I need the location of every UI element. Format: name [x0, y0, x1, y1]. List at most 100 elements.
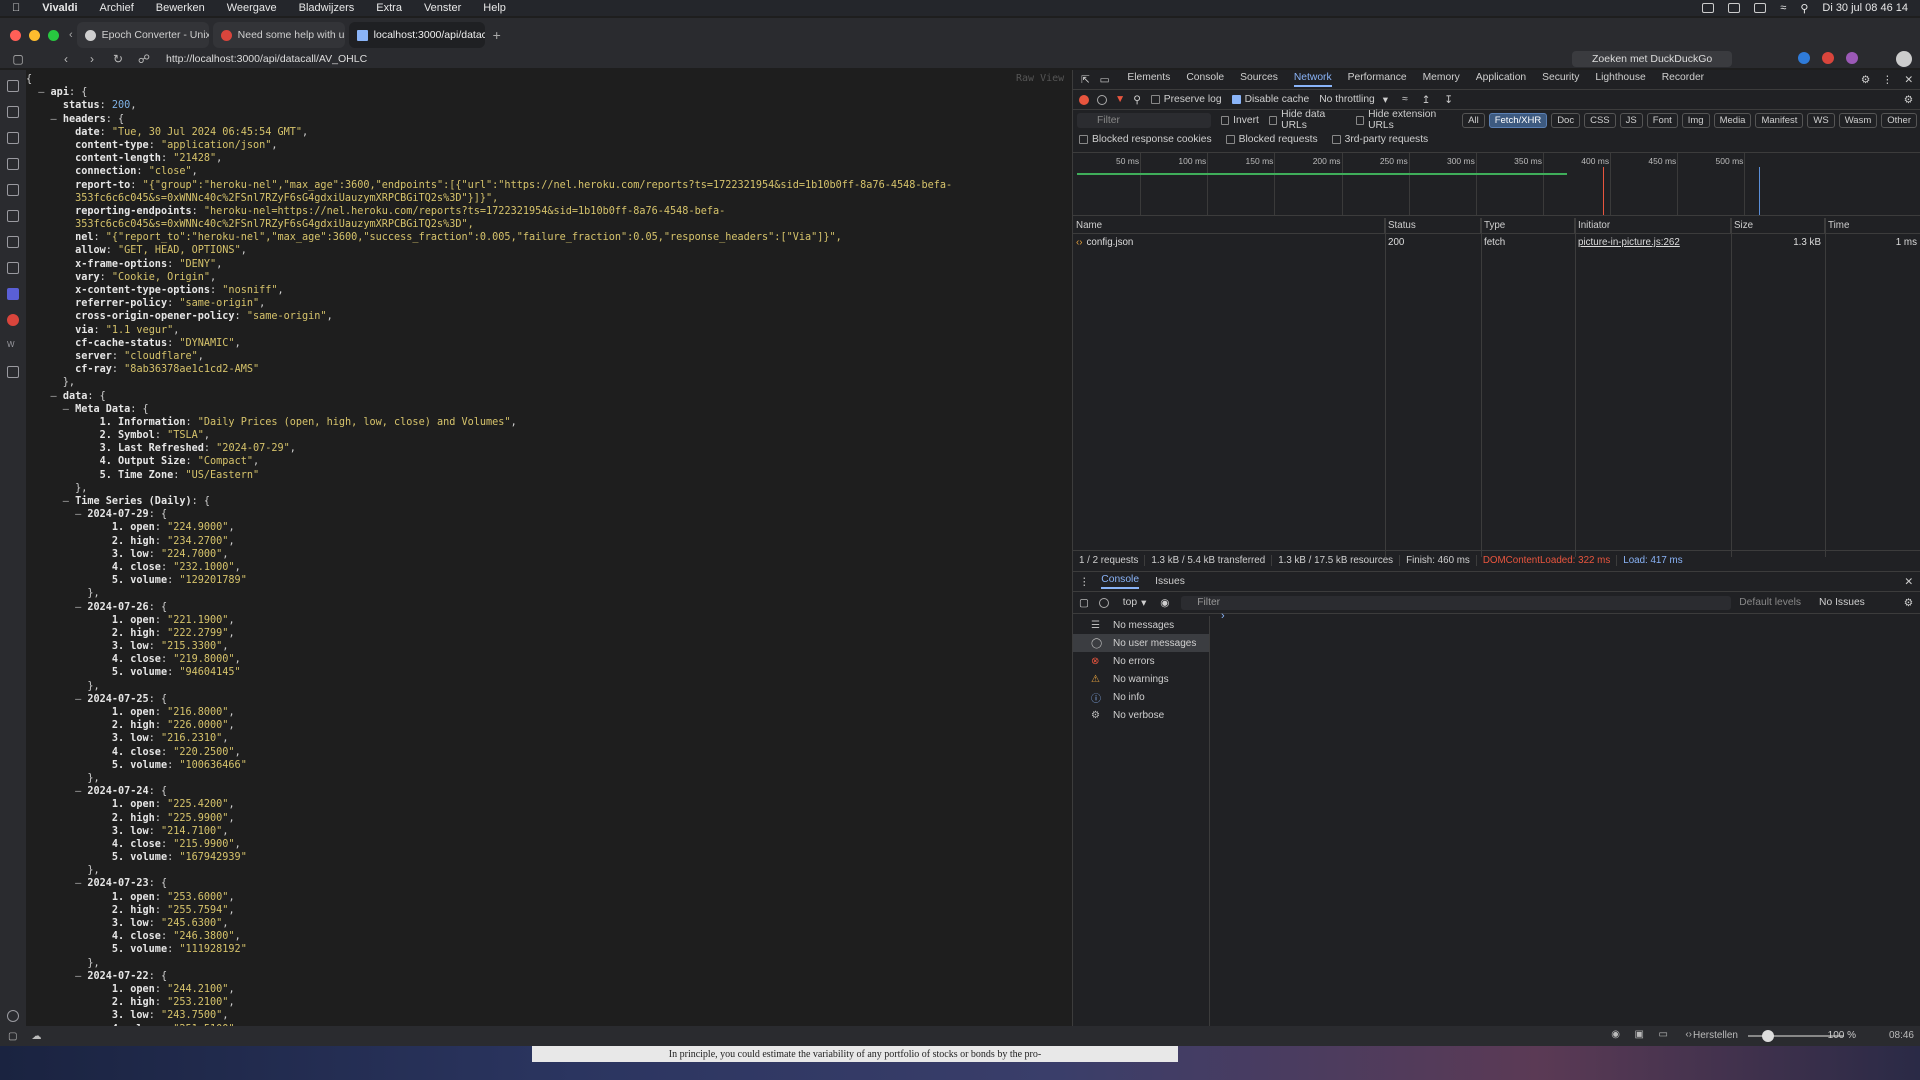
chip-fetchxhr[interactable]: Fetch/XHR [1488, 112, 1548, 128]
console-settings-icon[interactable]: ⚙ [1904, 597, 1913, 609]
more-options-icon[interactable]: ⋮ [1882, 74, 1892, 86]
filter-icon[interactable]: ▼ [1115, 94, 1125, 105]
profile-avatar[interactable] [1896, 51, 1912, 67]
reading-list-icon[interactable] [7, 106, 19, 118]
tab-localhost[interactable]: localhost:3000/api/datacal [348, 22, 485, 48]
devtools-tab-memory[interactable]: Memory [1423, 72, 1460, 87]
drawer-tab-console[interactable]: Console [1101, 574, 1140, 589]
clear-icon[interactable] [1097, 94, 1107, 105]
menu-bewerken[interactable]: Bewerken [156, 2, 205, 14]
new-tab-button[interactable]: + [493, 27, 501, 43]
panel-toggle-icon[interactable]: ▢ [8, 1031, 17, 1042]
col-status[interactable]: Status [1385, 218, 1481, 234]
menu-app-name[interactable]: Vivaldi [42, 2, 77, 14]
devtools-tab-console[interactable]: Console [1186, 72, 1224, 87]
menu-archief[interactable]: Archief [100, 2, 134, 14]
console-prompt-icon[interactable]: › [1221, 610, 1225, 622]
collapse-toggle[interactable]: – [26, 404, 75, 415]
menubar-clock[interactable]: Di 30 jul 08 46 14 [1822, 2, 1908, 14]
menu-venster[interactable]: Venster [424, 2, 461, 14]
collapse-toggle[interactable]: – [26, 971, 87, 982]
drawer-menu-icon[interactable]: ⋮ [1079, 576, 1089, 588]
extension-icon[interactable] [1846, 52, 1858, 64]
chip-media[interactable]: Media [1713, 112, 1752, 128]
collapse-toggle[interactable]: – [26, 694, 87, 705]
preserve-log-checkbox[interactable] [1150, 95, 1160, 104]
network-conditions-icon[interactable]: ≈ [1402, 94, 1408, 105]
hide-extension-urls-checkbox[interactable] [1355, 115, 1365, 125]
feeds-icon[interactable] [7, 262, 19, 274]
menu-help[interactable]: Help [483, 2, 506, 14]
zoom-reset-button[interactable]: Herstellen [1693, 1030, 1738, 1041]
status-icon[interactable] [1702, 3, 1715, 13]
back-icon[interactable]: ‹ [58, 52, 74, 66]
devtools-tab-application[interactable]: Application [1476, 72, 1526, 87]
invert-checkbox[interactable] [1220, 115, 1230, 125]
downloads-icon[interactable] [7, 132, 19, 144]
menu-bladwijzers[interactable]: Bladwijzers [299, 2, 355, 14]
chip-font[interactable]: Font [1646, 112, 1678, 128]
devtools-tab-recorder[interactable]: Recorder [1662, 72, 1704, 87]
battery-icon[interactable] [1754, 3, 1767, 13]
extension-icon[interactable] [1798, 52, 1810, 64]
live-expression-eye-icon[interactable]: ◉ [1160, 597, 1169, 609]
col-initiator[interactable]: Initiator [1575, 218, 1731, 234]
col-time[interactable]: Time [1825, 218, 1920, 234]
search-icon[interactable]: ⚲ [1133, 94, 1141, 106]
bookmarks-icon[interactable] [7, 80, 19, 92]
devtools-tab-lighthouse[interactable]: Lighthouse [1595, 72, 1645, 87]
tab-back-icon[interactable]: ‹ [69, 29, 73, 41]
search-menubar-icon[interactable]: ⚲ [1800, 2, 1808, 15]
close-devtools-icon[interactable]: ✕ [1904, 74, 1913, 86]
blocked-requests-checkbox[interactable] [1225, 134, 1235, 144]
console-filter-item[interactable]: ⚙ No verbose [1073, 706, 1209, 724]
col-size[interactable]: Size [1731, 218, 1825, 234]
shield-icon[interactable]: ☍ [136, 52, 152, 66]
chip-wasm[interactable]: Wasm [1838, 112, 1878, 128]
device-toolbar-icon[interactable]: ▭ [1100, 74, 1110, 86]
devtools-settings-icon[interactable]: ⚙ [1861, 74, 1870, 86]
collapse-toggle[interactable]: – [26, 878, 87, 889]
search-field[interactable]: Zoeken met DuckDuckGo [1572, 51, 1732, 67]
chip-other[interactable]: Other [1881, 112, 1918, 128]
blocked-cookies-checkbox[interactable] [1079, 134, 1088, 144]
console-filter-item[interactable]: ◯ No user messages [1073, 634, 1209, 652]
tab-epoch-converter[interactable]: Epoch Converter - Unix Tim [76, 22, 209, 48]
console-sidebar-icon[interactable]: ▢ [1079, 597, 1089, 609]
collapse-toggle[interactable]: – [26, 87, 51, 98]
apple-icon[interactable]:  [12, 2, 20, 14]
console-filter-input[interactable]: Filter [1181, 595, 1732, 610]
export-har-icon[interactable]: ↧ [1444, 94, 1453, 106]
chip-manifest[interactable]: Manifest [1755, 112, 1804, 128]
filter-input[interactable]: Filter [1077, 112, 1211, 128]
devtools-tab-network[interactable]: Network [1293, 72, 1332, 87]
col-type[interactable]: Type [1481, 218, 1575, 234]
devtools-tab-security[interactable]: Security [1542, 72, 1579, 87]
inspect-icon[interactable]: ⇱ [1081, 74, 1090, 86]
menu-extra[interactable]: Extra [376, 2, 402, 14]
hide-data-urls-checkbox[interactable] [1268, 115, 1278, 125]
translate-icon[interactable] [7, 210, 19, 222]
throttling-select[interactable]: No throttling [1319, 94, 1375, 105]
col-name[interactable]: Name [1073, 218, 1385, 234]
collapse-toggle[interactable]: – [26, 114, 63, 125]
close-window-button[interactable] [10, 29, 21, 41]
collapse-toggle[interactable]: – [26, 602, 87, 613]
reload-icon[interactable]: ↻ [110, 52, 126, 66]
tab-need-help[interactable]: Need some help with using [212, 22, 345, 48]
raw-view-button[interactable]: Raw View [1016, 72, 1064, 85]
extension-icon[interactable] [1822, 52, 1834, 64]
url-field[interactable]: http://localhost:3000/api/datacall/AV_OH… [166, 53, 367, 65]
third-party-checkbox[interactable] [1331, 134, 1341, 144]
collapse-toggle[interactable]: – [26, 496, 75, 507]
notes-icon[interactable] [7, 184, 19, 196]
mail-icon[interactable] [7, 236, 19, 248]
collapse-toggle[interactable]: – [26, 391, 63, 402]
sidebar-toggle-icon[interactable]: ▢ [10, 52, 26, 66]
mastodon-icon[interactable] [7, 288, 19, 300]
console-filter-item[interactable]: ☰ No messages [1073, 616, 1209, 634]
devtools-tab-performance[interactable]: Performance [1348, 72, 1407, 87]
chip-doc[interactable]: Doc [1551, 112, 1581, 128]
zoom-window-button[interactable] [48, 29, 59, 41]
wifi-icon[interactable]: ≈ [1780, 2, 1786, 14]
